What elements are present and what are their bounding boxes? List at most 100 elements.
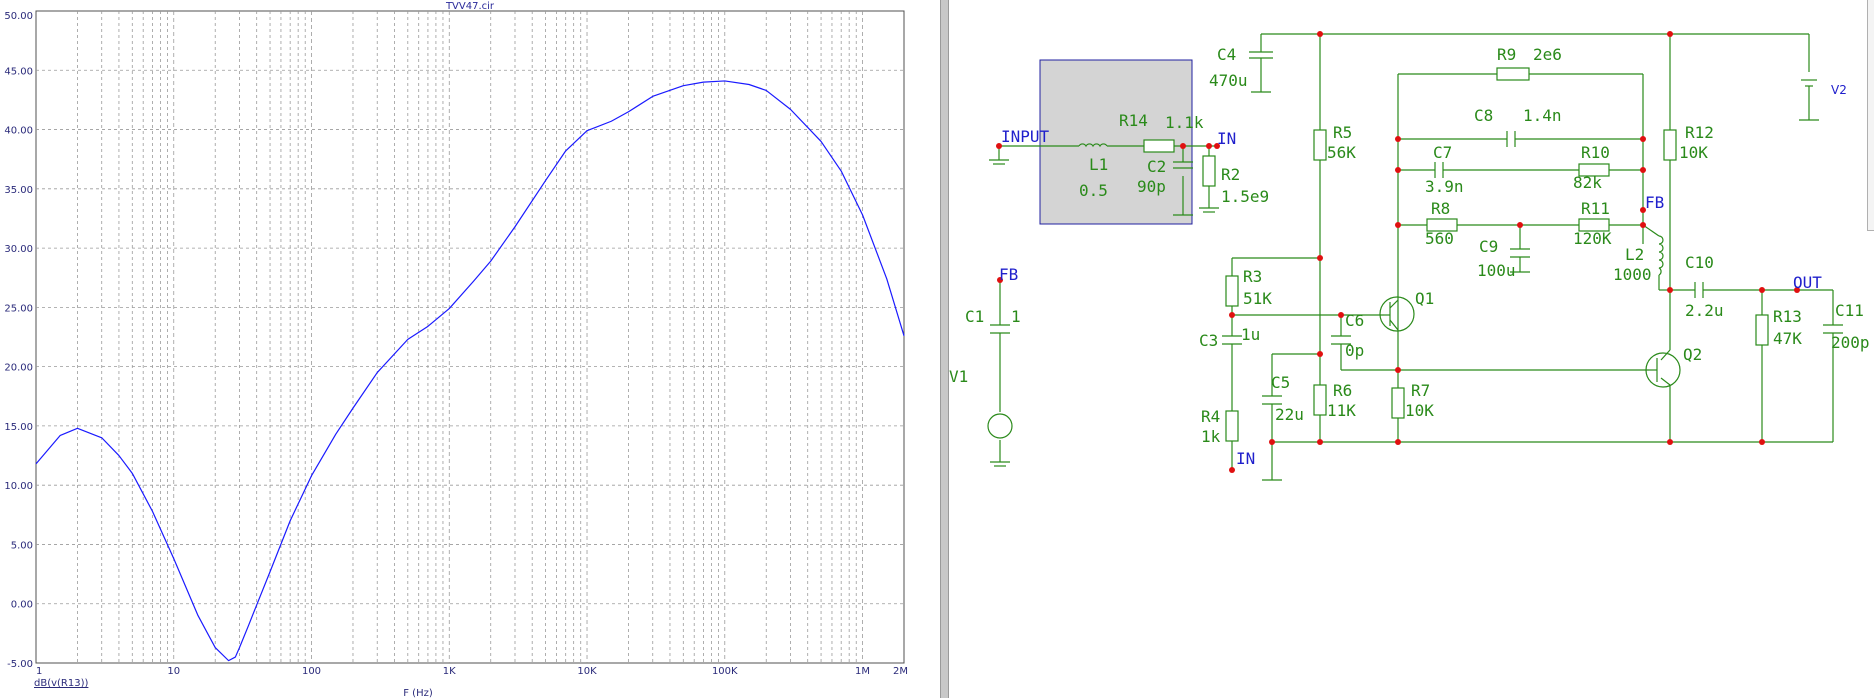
- r10-value: 82k: [1573, 173, 1602, 192]
- r7-ref: R7: [1411, 381, 1430, 400]
- x-tick-label: 10: [167, 666, 180, 677]
- c9-ref: C9: [1479, 237, 1498, 256]
- vertical-scrollbar[interactable]: [1867, 0, 1874, 231]
- v1-ref: V1: [949, 367, 968, 386]
- r2-ref: R2: [1221, 165, 1240, 184]
- c2-value: 90p: [1137, 177, 1166, 196]
- r4-value: 1k: [1201, 427, 1221, 446]
- c9-value: 100u: [1477, 261, 1516, 280]
- plot-panel[interactable]: -5.00 0.00 5.00 10.00 15.00 20.00 25.00 30.00 35…: [0, 0, 940, 698]
- c7-ref: C7: [1433, 143, 1452, 162]
- q2-ref: Q2: [1683, 345, 1702, 364]
- q1-ref: Q1: [1415, 289, 1434, 308]
- transistors: [1379, 296, 1681, 388]
- r11-value: 120K: [1573, 229, 1612, 248]
- r6-value: 11K: [1327, 401, 1356, 420]
- y-axis-ticks: -5.00 0.00 5.00 10.00 15.00 20.00 25.00 30.00 35…: [4, 11, 33, 670]
- c11-value: 200p: [1831, 333, 1870, 352]
- r3-value: 51K: [1243, 289, 1272, 308]
- r7-value: 10K: [1405, 401, 1434, 420]
- r13-value: 47K: [1773, 329, 1802, 348]
- in-node-bottom[interactable]: IN: [1236, 449, 1255, 468]
- r14-ref: R14: [1119, 111, 1148, 130]
- schematic-panel[interactable]: C4 470u R9 2e6 V2 INPUT R14 1.1k IN L1 0…: [949, 0, 1874, 698]
- fb-node-left[interactable]: FB: [999, 265, 1018, 284]
- r9-resistor[interactable]: [1496, 67, 1530, 81]
- c4-value: 470u: [1209, 71, 1248, 90]
- chart-title: TVV47.cir: [445, 1, 495, 12]
- r12-value: 10K: [1679, 143, 1708, 162]
- r6-ref: R6: [1333, 381, 1352, 400]
- r8-ref: R8: [1431, 199, 1450, 218]
- c7-value: 3.9n: [1425, 177, 1464, 196]
- plot-area[interactable]: [35, 10, 905, 664]
- input-node[interactable]: INPUT: [1001, 127, 1050, 146]
- y-tick-label: 50.00: [4, 11, 33, 22]
- y-tick-label: 5.00: [11, 540, 33, 551]
- x-tick-label: 1K: [443, 666, 456, 677]
- q1-transistor[interactable]: [1379, 296, 1415, 332]
- panel-splitter[interactable]: [940, 0, 949, 698]
- y-tick-label: 20.00: [4, 363, 33, 374]
- r13-ref: R13: [1773, 307, 1802, 326]
- r6-resistor[interactable]: [1313, 384, 1327, 416]
- r5-resistor[interactable]: [1313, 129, 1327, 161]
- r4-resistor[interactable]: [1225, 410, 1239, 442]
- c11-ref: C11: [1835, 301, 1864, 320]
- in-node-top[interactable]: IN: [1217, 129, 1236, 148]
- r12-ref: R12: [1685, 123, 1714, 142]
- y-tick-label: -5.00: [7, 659, 33, 670]
- l2-ref: L2: [1625, 245, 1644, 264]
- x-axis-ticks: 1 10 100 1K 10K 100K 1M 2M: [36, 666, 908, 677]
- out-node[interactable]: OUT: [1793, 273, 1822, 292]
- y-tick-label: 45.00: [4, 66, 33, 77]
- c6-value: 0p: [1345, 341, 1364, 360]
- r12-resistor[interactable]: [1663, 129, 1677, 161]
- c1-value: 1: [1011, 307, 1021, 326]
- r11-ref: R11: [1581, 199, 1610, 218]
- c8-ref: C8: [1474, 106, 1493, 125]
- chart-svg: -5.00 0.00 5.00 10.00 15.00 20.00 25.00 30.00 35…: [4, 1, 908, 698]
- x-tick-label: 100: [302, 666, 321, 677]
- r13-resistor[interactable]: [1755, 314, 1769, 346]
- r5-ref: R5: [1333, 123, 1352, 142]
- c10-ref: C10: [1685, 253, 1714, 272]
- c6-ref: C6: [1345, 311, 1364, 330]
- l2-value: 1000: [1613, 265, 1652, 284]
- v1-source[interactable]: [987, 413, 1013, 439]
- x-tick-label: 10K: [577, 666, 597, 677]
- r3-ref: R3: [1243, 267, 1262, 286]
- x-tick-label: 1M: [855, 666, 870, 677]
- c10-value: 2.2u: [1685, 301, 1724, 320]
- r14-value: 1.1k: [1165, 113, 1204, 132]
- v2-ref: V2: [1831, 83, 1847, 97]
- l1-ref: L1: [1089, 155, 1108, 174]
- r8-value: 560: [1425, 229, 1454, 248]
- r5-value: 56K: [1327, 143, 1356, 162]
- schematic-svg: C4 470u R9 2e6 V2 INPUT R14 1.1k IN L1 0…: [949, 31, 1870, 481]
- l1-value: 0.5: [1079, 181, 1108, 200]
- r10-ref: R10: [1581, 143, 1610, 162]
- y-tick-label: 35.00: [4, 185, 33, 196]
- x-tick-label: 1: [36, 666, 42, 677]
- x-tick-label: 100K: [712, 666, 738, 677]
- x-axis-label: F (Hz): [403, 688, 433, 698]
- r14-resistor[interactable]: [1143, 139, 1175, 153]
- y-tick-label: 40.00: [4, 126, 33, 137]
- r9-ref: R9: [1497, 45, 1516, 64]
- r4-ref: R4: [1201, 407, 1220, 426]
- r7-resistor[interactable]: [1391, 387, 1405, 419]
- r2-resistor[interactable]: [1202, 155, 1216, 187]
- y-tick-label: 30.00: [4, 244, 33, 255]
- c8-value: 1.4n: [1523, 106, 1562, 125]
- l2-inductor: [1656, 235, 1664, 276]
- legend-series-label[interactable]: dB(v(R13)): [34, 678, 89, 689]
- x-tick-label: 2M: [893, 666, 908, 677]
- r3-resistor[interactable]: [1225, 275, 1239, 307]
- r9-value: 2e6: [1533, 45, 1562, 64]
- y-tick-label: 25.00: [4, 303, 33, 314]
- y-tick-label: 0.00: [11, 600, 33, 611]
- fb-node-right[interactable]: FB: [1645, 193, 1664, 212]
- c4-ref: C4: [1217, 45, 1236, 64]
- c5-ref: C5: [1271, 373, 1290, 392]
